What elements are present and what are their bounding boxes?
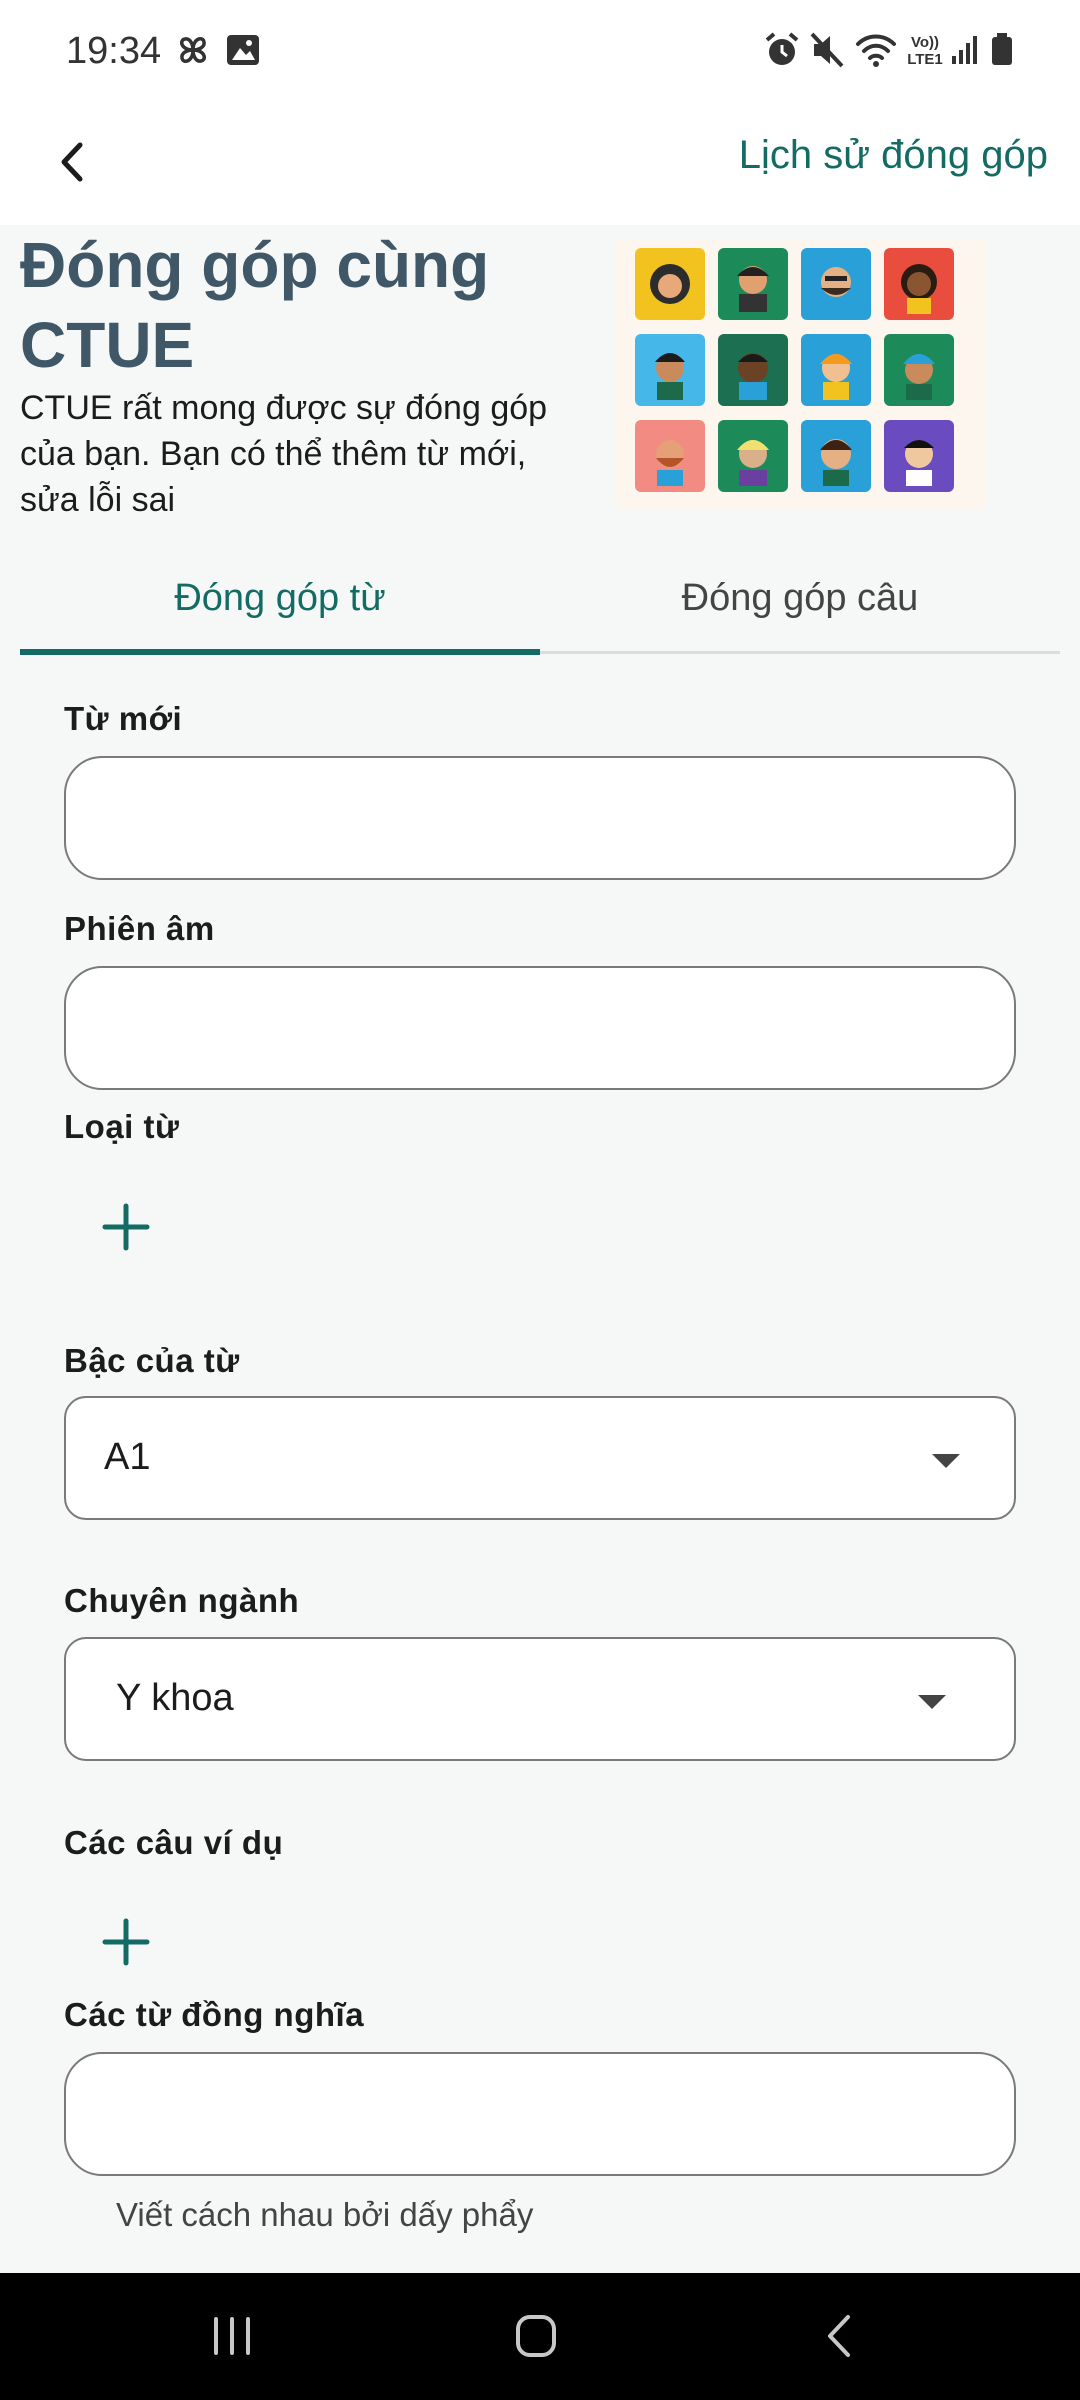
page-description: CTUE rất mong được sự đóng góp của bạn. … [20, 389, 548, 519]
signal-icon [952, 36, 977, 64]
recents-icon[interactable] [192, 2301, 272, 2371]
back-icon[interactable] [800, 2301, 880, 2371]
new-word-input[interactable] [64, 756, 1016, 880]
dropdown-arrow-icon [918, 1695, 946, 1709]
volte-icon: Vo)) LTE1 [907, 34, 943, 68]
chevron-left-icon[interactable] [40, 127, 110, 197]
examples-label: Các câu ví dụ [64, 1824, 284, 1861]
level-label: Bậc của từ [64, 1342, 240, 1379]
history-link[interactable]: Lịch sử đóng góp [739, 133, 1048, 178]
tab-indicator [20, 649, 540, 655]
new-word-label: Từ mới [64, 700, 183, 737]
add-example-plus-icon[interactable] [95, 1911, 157, 1973]
system-nav-bar [0, 2273, 1080, 2400]
dropdown-arrow-icon [932, 1454, 960, 1468]
battery-icon [992, 33, 1012, 65]
add-word-type-plus-icon[interactable] [95, 1196, 157, 1258]
level-value: A1 [104, 1436, 151, 1478]
tab-contribute-word[interactable]: Đóng góp từ [20, 545, 540, 652]
word-type-label: Loại từ [64, 1108, 180, 1145]
synonyms-label: Các từ đồng nghĩa [64, 1996, 365, 2033]
phonetic-label: Phiên âm [64, 910, 215, 947]
major-select[interactable]: Y khoa [64, 1637, 1016, 1761]
synonyms-helper-text: Viết cách nhau bởi dấy phẩy [116, 2196, 534, 2233]
wifi-icon [856, 34, 896, 67]
home-icon[interactable] [496, 2301, 576, 2371]
major-label: Chuyên ngành [64, 1582, 300, 1619]
alarm-icon [765, 32, 799, 65]
phonetic-input[interactable] [64, 966, 1016, 1090]
level-select[interactable]: A1 [64, 1396, 1016, 1520]
tab-contribute-sentence[interactable]: Đóng góp câu [540, 545, 1060, 652]
synonyms-input[interactable] [64, 2052, 1016, 2176]
community-puzzle-illustration [615, 240, 985, 510]
status-bar: 19:34 Vo)) LTE1 [0, 0, 1080, 105]
image-icon [227, 35, 259, 65]
screen: 19:34 Vo)) LTE1 Lịch sử đóng góp Đóng gó… [0, 0, 1080, 2400]
tab-bar: Đóng góp từ Đóng góp câu [20, 545, 1060, 655]
pinwheel-icon [180, 37, 206, 63]
page-title: Đóng góp cùng CTUE [20, 229, 490, 381]
mute-icon [810, 32, 844, 68]
major-value: Y khoa [116, 1677, 234, 1719]
app-bar: Lịch sử đóng góp [0, 105, 1080, 225]
status-time: 19:34 [66, 30, 162, 72]
